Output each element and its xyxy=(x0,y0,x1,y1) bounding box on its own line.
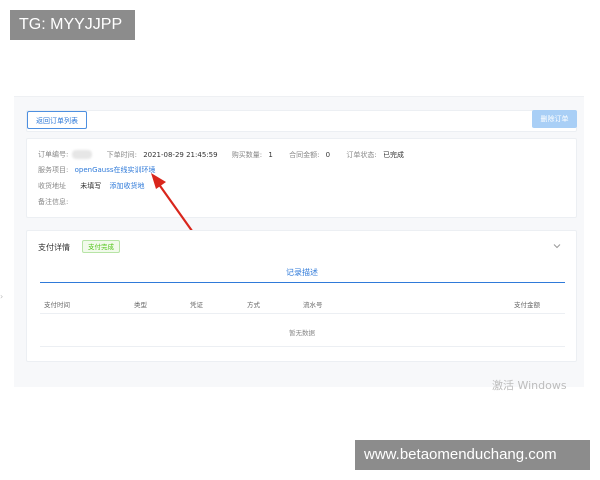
activate-windows-text: 激活 Windows xyxy=(492,379,567,392)
chevron-down-icon[interactable] xyxy=(553,242,561,250)
table-empty-text: 暂无数据 xyxy=(289,329,315,337)
column-header-amount: 支付金额 xyxy=(514,301,540,309)
column-header-method: 方式 xyxy=(247,301,260,309)
column-header-pay-time: 支付时间 xyxy=(44,301,70,309)
column-header-voucher: 凭证 xyxy=(190,301,203,309)
payment-detail-title: 支付详情 xyxy=(38,243,70,252)
tab-record-description[interactable]: 记录描述 xyxy=(265,267,339,278)
bottom-watermark: www.betaomenduchang.com xyxy=(355,440,590,470)
column-header-serial: 流水号 xyxy=(303,301,323,309)
table-header-divider xyxy=(40,313,565,314)
column-header-type: 类型 xyxy=(134,301,147,309)
payment-status-badge: 支付完成 xyxy=(82,240,120,253)
table-bottom-divider xyxy=(40,346,565,347)
tab-underline xyxy=(40,282,565,283)
